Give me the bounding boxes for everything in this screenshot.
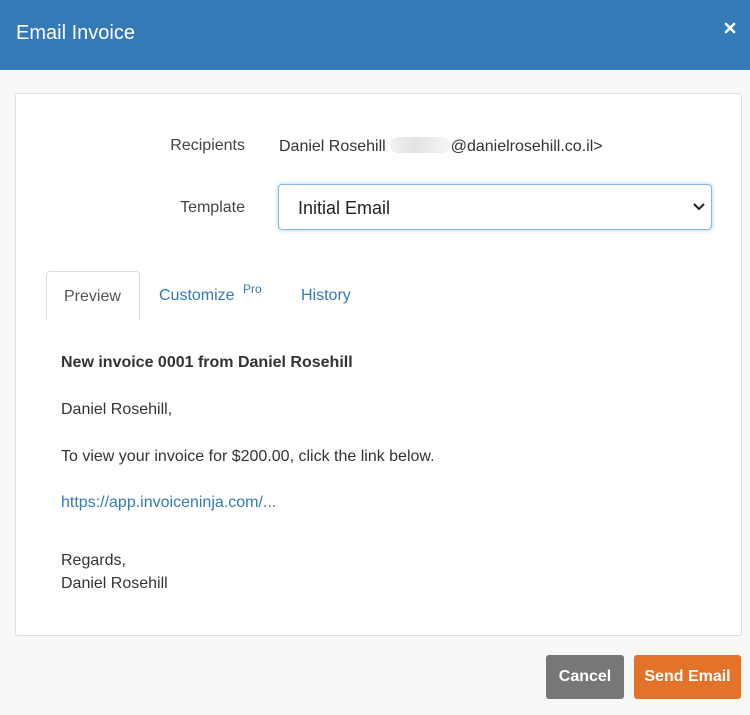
recipient-email-domain: @danielrosehill.co.il> [450, 138, 603, 155]
send-email-button[interactable]: Send Email [634, 655, 741, 699]
recipients-label: Recipients [170, 137, 245, 154]
email-greeting: Daniel Rosehill, [61, 401, 173, 418]
invoice-link[interactable]: https://app.invoiceninja.com/... [61, 494, 276, 512]
tab-history[interactable]: History [301, 271, 371, 320]
template-select[interactable]: Initial Email [278, 184, 712, 230]
close-button[interactable] [720, 18, 740, 38]
email-panel: Recipients Daniel Rosehill @danielrosehil… [15, 93, 742, 636]
email-subject: New invoice 0001 from Daniel Rosehill [61, 354, 353, 371]
template-label: Template [180, 199, 245, 216]
close-icon [724, 22, 736, 34]
email-signoff: Regards, [61, 552, 126, 569]
redacted-email [389, 137, 450, 153]
template-select-value: Initial Email [298, 198, 391, 218]
modal-title: Email Invoice [16, 22, 135, 44]
tab-customize-label: Customize [159, 287, 235, 304]
modal-header: Email Invoice [0, 0, 750, 70]
recipients-value: Daniel Rosehill @danielrosehill.co.il> [279, 137, 603, 156]
tabs-bar: Preview Customize Pro History [46, 271, 718, 320]
cancel-button[interactable]: Cancel [546, 655, 624, 699]
chevron-down-icon [693, 203, 705, 211]
tab-preview[interactable]: Preview [46, 271, 140, 320]
tab-history-label: History [301, 287, 351, 304]
recipient-name: Daniel Rosehill [279, 138, 386, 155]
email-message: To view your invoice for $200.00, click … [61, 448, 435, 465]
tab-preview-label: Preview [64, 288, 121, 305]
tab-customize[interactable]: Customize Pro [159, 271, 279, 320]
email-signature: Daniel Rosehill [61, 575, 168, 592]
pro-badge: Pro [243, 282, 262, 296]
